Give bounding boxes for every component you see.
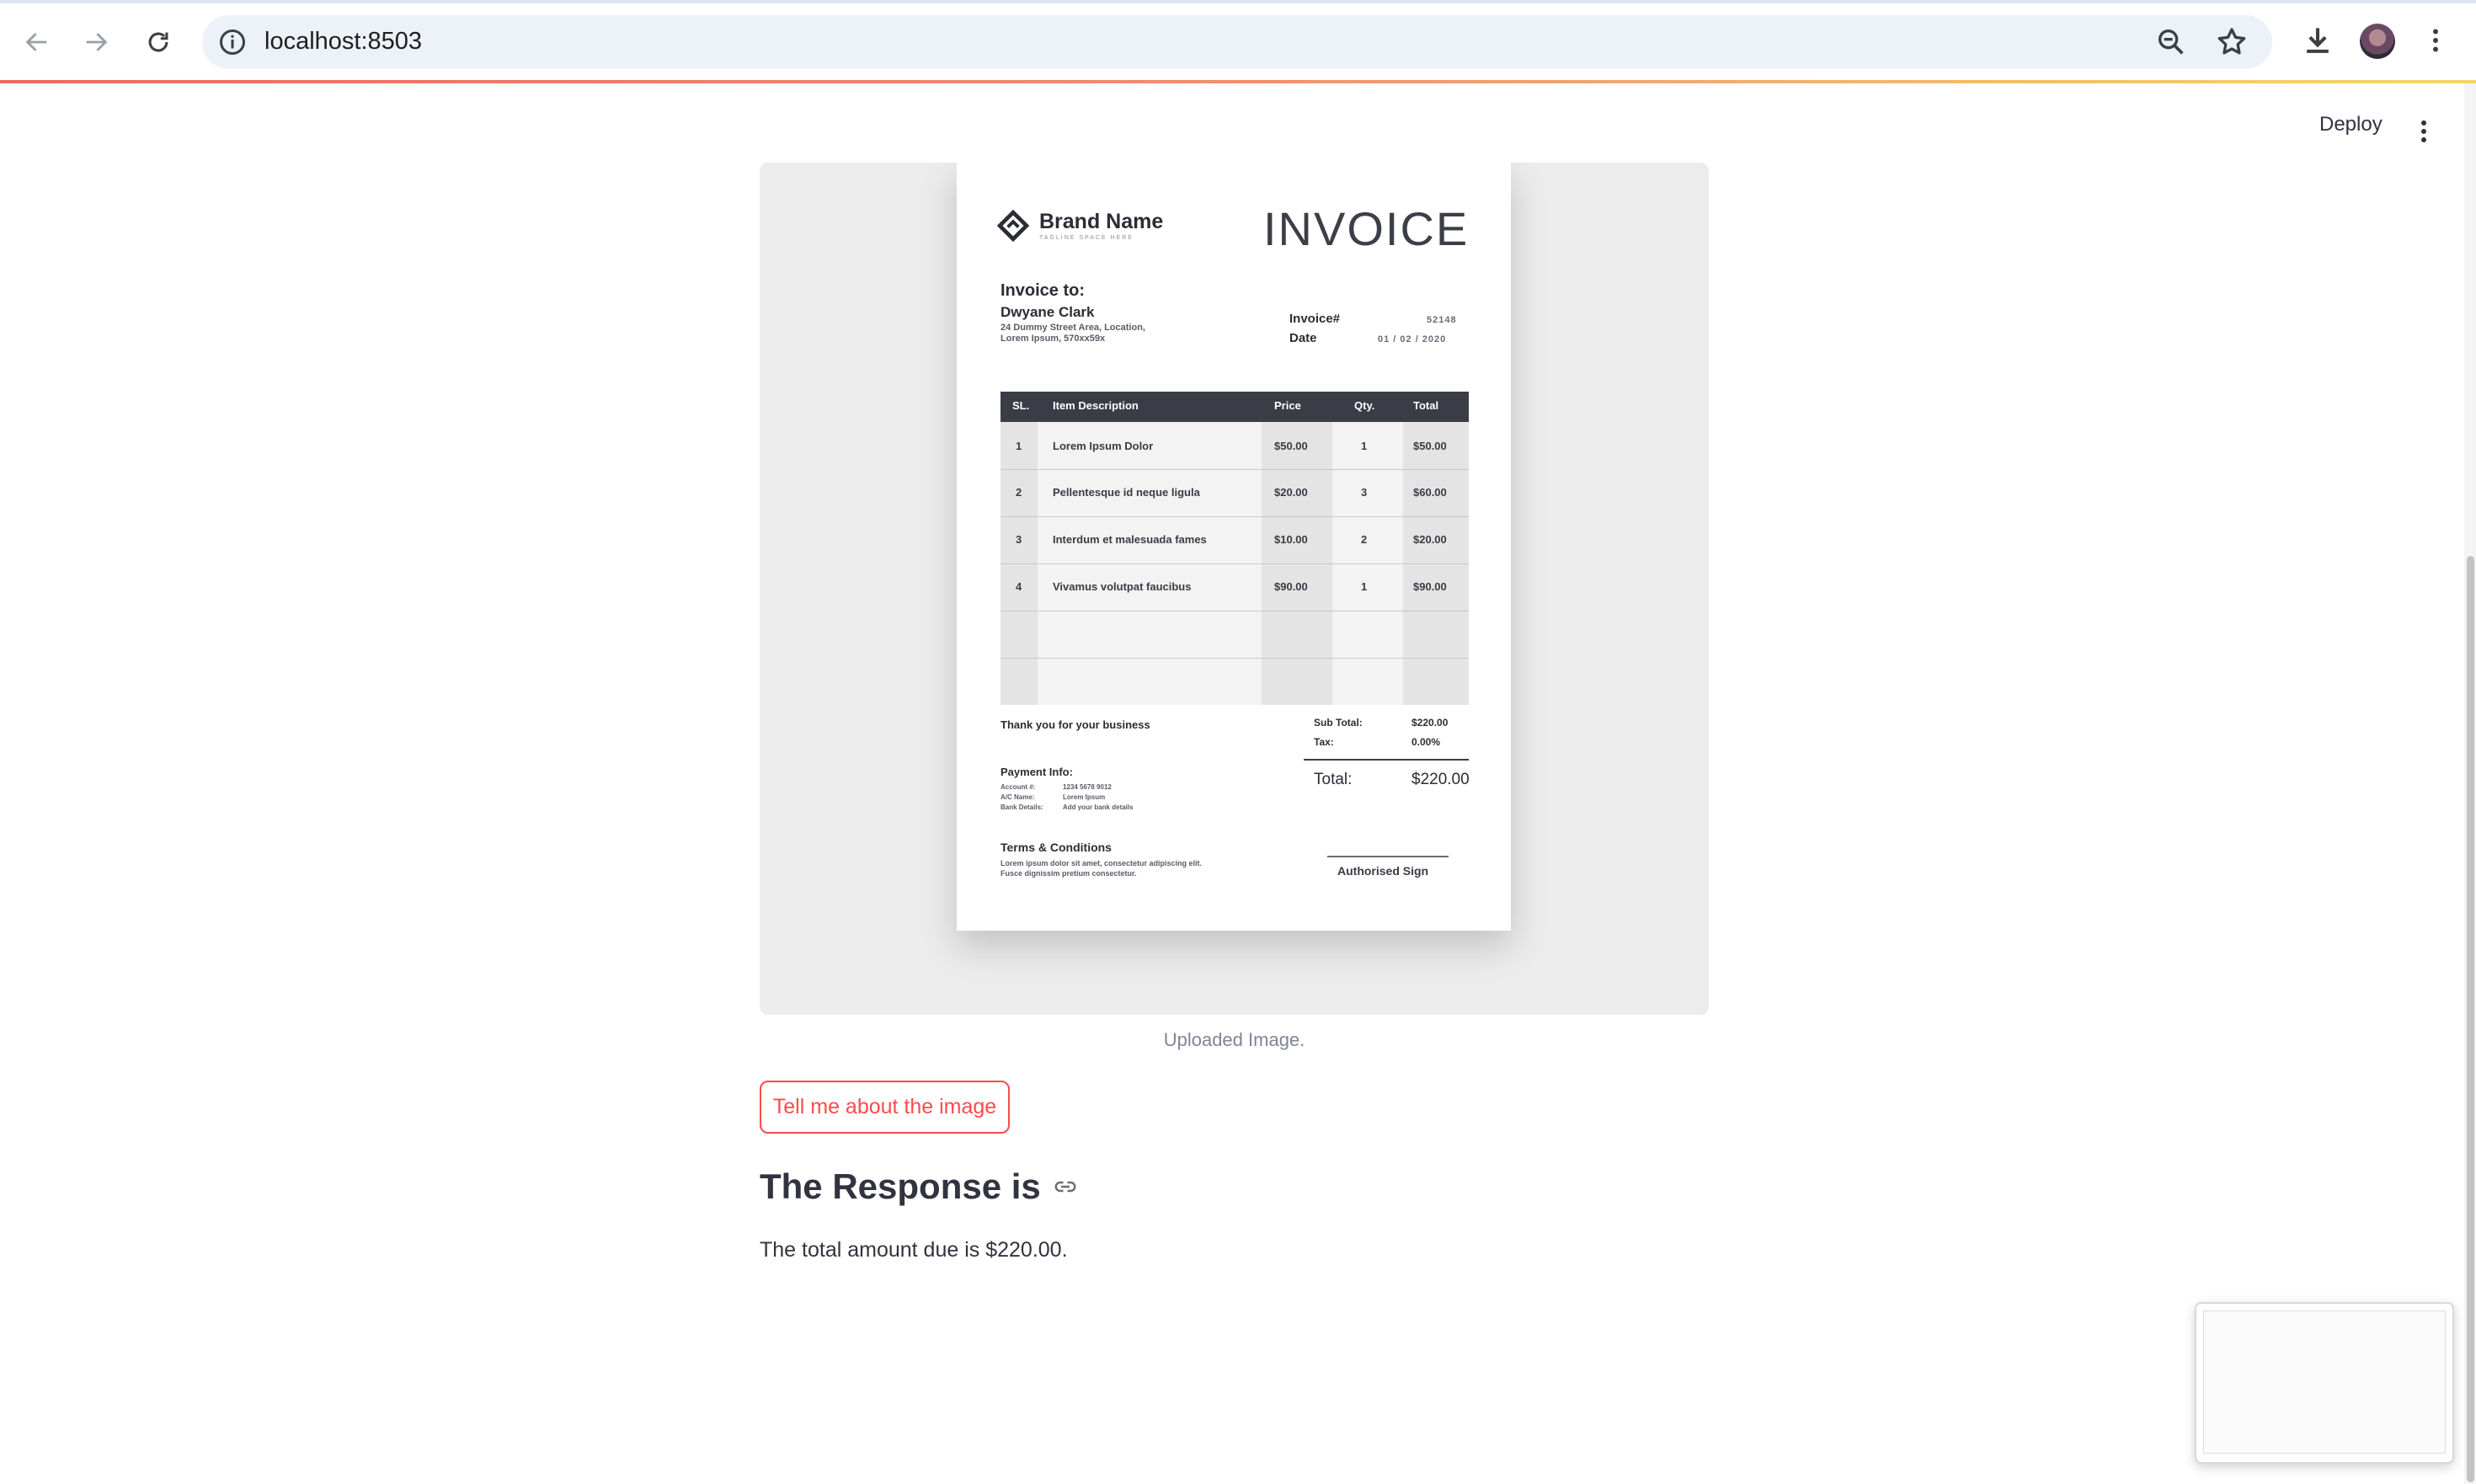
payment-row-label: Bank Details:: [1001, 803, 1043, 811]
app-header-decoration: [0, 80, 2476, 83]
client-name: Dwyane Clark: [1001, 304, 1095, 320]
response-text: The total amount due is $220.00.: [760, 1238, 1068, 1262]
browser-toolbar: localhost:8503: [0, 0, 2476, 81]
table-cell: Interdum et malesuada fames: [1053, 533, 1207, 546]
payment-row-value: Lorem Ipsum: [1063, 793, 1106, 801]
signature-label: Authorised Sign: [1337, 864, 1429, 878]
column-header: Qty.: [1354, 399, 1375, 412]
table-cell: Lorem Ipsum Dolor: [1053, 440, 1154, 452]
table-cell: 2: [1361, 533, 1368, 546]
window-top-border: [0, 0, 2476, 3]
invoice-to-label: Invoice to:: [1001, 281, 1086, 300]
table-cell: 4: [1016, 580, 1022, 593]
payment-row-value: Add your bank details: [1063, 803, 1134, 811]
brand-logo-icon: [997, 210, 1029, 242]
total-value: $220.00: [1411, 771, 1470, 788]
table-cell: 1: [1361, 580, 1368, 593]
total-divider: [1304, 759, 1469, 761]
invoice-date: 01 / 02 / 2020: [1378, 334, 1447, 344]
invoice-document: Brand Name TAGLINE SPACE HERE INVOICE In…: [957, 163, 1511, 931]
anchor-link-icon[interactable]: [1053, 1174, 1078, 1199]
invoice-title: INVOICE: [1263, 202, 1470, 255]
scrollbar-thumb[interactable]: [2467, 556, 2474, 1482]
row-divider: [1001, 516, 1469, 517]
table-cell: $20.00: [1413, 533, 1447, 546]
table-cell: 1: [1361, 440, 1368, 452]
table-cell: $60.00: [1413, 486, 1447, 499]
terms-text: Lorem ipsum dolor sit amet, consectetur …: [1001, 859, 1203, 878]
payment-row-label: Account #:: [1001, 783, 1036, 791]
row-divider: [1001, 658, 1469, 659]
table-header: SL. Item Description Price Qty. Total: [1001, 392, 1469, 422]
row-divider: [1001, 469, 1469, 470]
arrow-right-icon: [86, 33, 108, 51]
date-label: Date: [1289, 331, 1317, 345]
tax-label: Tax:: [1314, 736, 1334, 748]
bookmark-star-icon[interactable]: [2215, 25, 2249, 59]
client-address: 24 Dummy Street Area, Location, Lorem Ip…: [1001, 323, 1145, 344]
brand-tagline: TAGLINE SPACE HERE: [1039, 235, 1134, 241]
row-divider: [1001, 563, 1469, 564]
table-cell: $20.00: [1274, 486, 1308, 499]
zoom-icon[interactable]: [2154, 25, 2188, 59]
column-header: SL.: [1012, 399, 1030, 412]
brand-name: Brand Name: [1039, 210, 1164, 233]
uploaded-image: Brand Name TAGLINE SPACE HERE INVOICE In…: [760, 163, 1709, 1015]
table-cell: Pellentesque id neque ligula: [1053, 486, 1200, 499]
table-cell: $90.00: [1274, 580, 1308, 593]
app-menu-icon[interactable]: [2414, 116, 2434, 147]
invoice-items-table: SL. Item Description Price Qty. Total 1 …: [1001, 392, 1469, 705]
payment-row-value: 1234 5678 9012: [1063, 783, 1112, 791]
table-cell: $50.00: [1413, 440, 1447, 452]
browser-menu-icon[interactable]: [2420, 22, 2451, 59]
deploy-button[interactable]: Deploy: [2319, 113, 2383, 136]
screenshot-preview-thumbnail[interactable]: [2195, 1302, 2454, 1464]
reload-button[interactable]: [135, 19, 182, 66]
column-header: Total: [1413, 399, 1439, 412]
table-cell: 3: [1361, 486, 1368, 499]
download-icon[interactable]: [2299, 22, 2336, 59]
payment-row-label: A/C Name:: [1001, 793, 1035, 801]
subtotal-value: $220.00: [1411, 717, 1449, 729]
payment-info-label: Payment Info:: [1001, 766, 1073, 778]
url-text[interactable]: localhost:8503: [264, 28, 422, 56]
forward-button[interactable]: [72, 19, 120, 66]
table-cell: 3: [1016, 533, 1022, 546]
total-label: Total:: [1314, 771, 1353, 788]
terms-label: Terms & Conditions: [1001, 841, 1112, 854]
image-caption: Uploaded Image.: [1163, 1029, 1305, 1050]
address-bar[interactable]: localhost:8503: [202, 15, 2272, 69]
column-header: Item Description: [1053, 399, 1139, 412]
table-cell: $50.00: [1274, 440, 1308, 452]
tell-me-about-image-button[interactable]: Tell me about the image: [760, 1081, 1010, 1134]
table-cell: Vivamus volutpat faucibus: [1053, 580, 1192, 593]
subtotal-label: Sub Total:: [1314, 717, 1363, 729]
profile-avatar[interactable]: [2360, 24, 2395, 59]
response-heading-text: The Response is: [760, 1166, 1041, 1206]
column-header: Price: [1274, 399, 1301, 412]
brand-block: Brand Name TAGLINE SPACE HERE: [997, 210, 1163, 242]
table-cell: 1: [1016, 440, 1022, 452]
arrow-left-icon: [25, 33, 47, 51]
back-button[interactable]: [13, 19, 61, 66]
invoice-number: 52148: [1427, 315, 1457, 325]
table-cell: 2: [1016, 486, 1022, 499]
table-cell: $10.00: [1274, 533, 1308, 546]
thumbnail-image: [2203, 1311, 2446, 1454]
signature-line: [1327, 856, 1449, 857]
site-info-icon[interactable]: [217, 27, 248, 57]
reload-icon: [148, 32, 168, 52]
thank-you-note: Thank you for your business: [1001, 718, 1150, 731]
invoice-number-label: Invoice#: [1289, 312, 1341, 326]
response-heading: The Response is: [760, 1166, 1078, 1207]
tax-value: 0.00%: [1411, 736, 1441, 748]
table-cell: $90.00: [1413, 580, 1447, 593]
